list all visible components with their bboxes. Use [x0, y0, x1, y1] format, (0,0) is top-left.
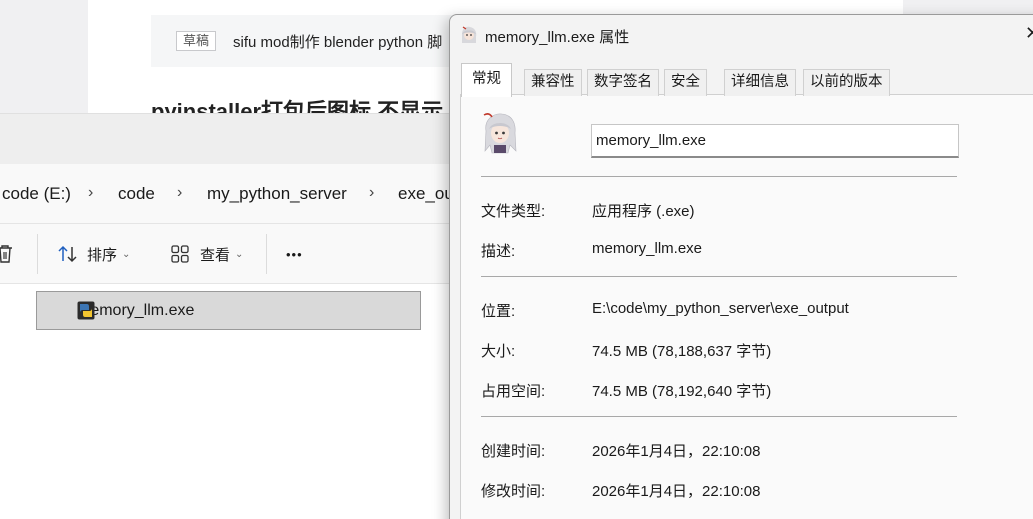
- divider: [481, 276, 957, 277]
- file-name-field[interactable]: [591, 124, 959, 158]
- size-value: 74.5 MB (78,188,637 字节): [592, 343, 772, 360]
- dialog-titlebar[interactable]: memory_llm.exe 属性 ✕: [450, 15, 1033, 55]
- breadcrumb-separator-icon[interactable]: ›: [177, 184, 182, 202]
- properties-dialog: memory_llm.exe 属性 ✕ 常规 兼容性 数字签名 安全 详细信息 …: [449, 14, 1033, 519]
- created-value: 2026年1月4日，22:10:08: [592, 443, 761, 460]
- draft-tag: 草稿: [176, 31, 217, 51]
- tab-digital-signatures[interactable]: 数字签名: [587, 69, 659, 96]
- trash-icon: [0, 245, 12, 263]
- tab-security[interactable]: 安全: [664, 69, 707, 96]
- tab-details[interactable]: 详细信息: [724, 69, 796, 96]
- delete-button[interactable]: [0, 241, 14, 267]
- breadcrumb-separator-icon[interactable]: ›: [369, 184, 374, 202]
- chevron-down-icon: ⌄: [122, 248, 131, 260]
- anime-character-icon: [462, 26, 477, 43]
- description-label: 描述:: [481, 243, 516, 260]
- explorer-titlebar: [0, 114, 460, 164]
- size-on-disk-value: 74.5 MB (78,192,640 字节): [592, 383, 772, 400]
- address-bar[interactable]: code (E:) › code › my_python_server › ex…: [0, 164, 460, 224]
- location-value: E:\code\my_python_server\exe_output: [592, 300, 849, 317]
- location-label: 位置:: [481, 303, 516, 320]
- toolbar-divider: [266, 234, 267, 274]
- modified-value: 2026年1月4日，22:10:08: [592, 483, 761, 500]
- sort-label: 排序: [87, 246, 118, 264]
- list-item[interactable]: memory_llm.exe: [36, 291, 421, 330]
- breadcrumb-my-python-server[interactable]: my_python_server: [207, 184, 347, 204]
- tab-general[interactable]: 常规: [461, 63, 512, 97]
- breadcrumb-drive[interactable]: code (E:): [2, 184, 71, 204]
- breadcrumb-exe-output[interactable]: exe_ou: [398, 184, 454, 204]
- view-label: 查看: [200, 246, 231, 264]
- dialog-title: memory_llm.exe 属性: [485, 29, 630, 46]
- draft-title-link[interactable]: sifu mod制作 blender python 脚: [233, 31, 442, 52]
- file-explorer-window: code (E:) › code › my_python_server › ex…: [0, 113, 460, 519]
- close-icon[interactable]: ✕: [1025, 23, 1033, 44]
- grid-view-icon: [171, 245, 189, 263]
- chevron-down-icon: ⌄: [235, 248, 244, 260]
- more-options-icon[interactable]: •••: [286, 241, 303, 267]
- sort-arrows-icon: [58, 245, 77, 263]
- file-type-value: 应用程序 (.exe): [592, 203, 695, 220]
- command-bar: 排序 ⌄ 查看 ⌄ •••: [0, 224, 460, 284]
- divider: [481, 176, 957, 177]
- breadcrumb-separator-icon[interactable]: ›: [88, 184, 93, 202]
- sort-button[interactable]: 排序 ⌄: [57, 241, 130, 267]
- tab-compatibility[interactable]: 兼容性: [524, 69, 582, 96]
- toolbar-divider: [37, 234, 38, 274]
- view-button[interactable]: 查看 ⌄: [170, 241, 243, 267]
- python-exe-icon: [77, 301, 95, 320]
- anime-character-icon: [483, 113, 517, 154]
- divider: [481, 416, 957, 417]
- breadcrumb-code[interactable]: code: [118, 184, 155, 204]
- size-on-disk-label: 占用空间:: [481, 383, 546, 400]
- file-type-label: 文件类型:: [481, 203, 546, 220]
- size-label: 大小:: [481, 343, 516, 360]
- created-label: 创建时间:: [481, 443, 546, 460]
- tab-previous-versions[interactable]: 以前的版本: [803, 69, 890, 96]
- modified-label: 修改时间:: [481, 483, 546, 500]
- description-value: memory_llm.exe: [592, 240, 703, 257]
- file-list: memory_llm.exe: [0, 284, 460, 519]
